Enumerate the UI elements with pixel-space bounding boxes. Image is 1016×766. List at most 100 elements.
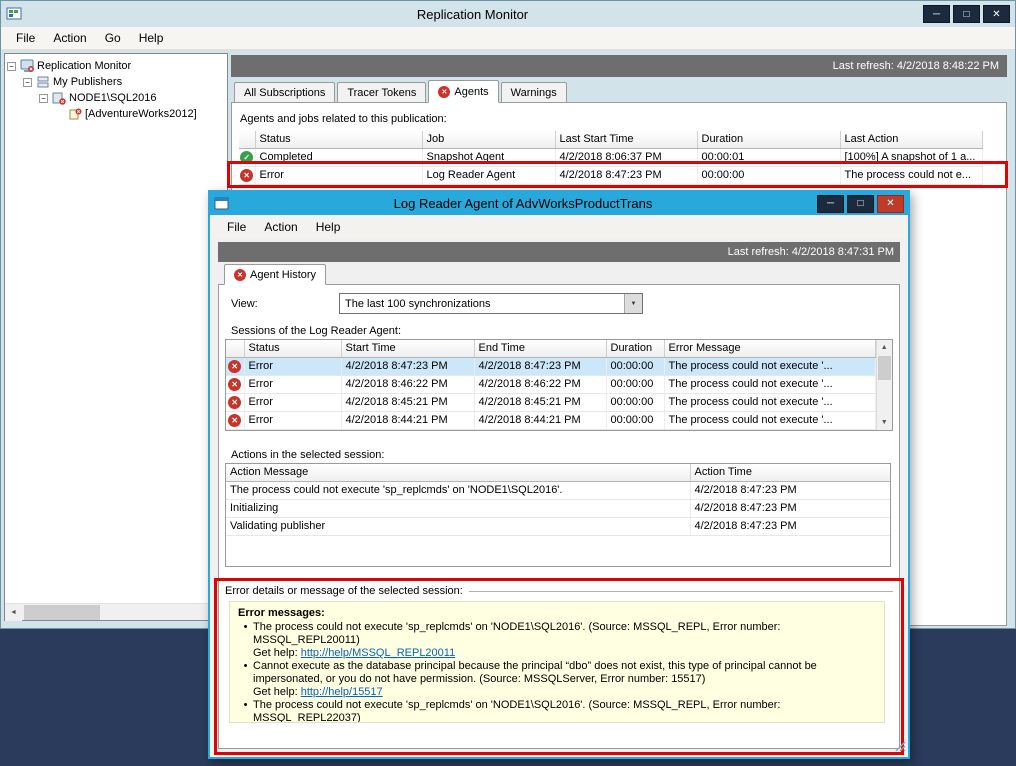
tree-item-label: [AdventureWorks2012]	[85, 108, 197, 120]
cell-action-message: Initializing	[226, 499, 690, 517]
scrollbar-thumb[interactable]	[878, 356, 892, 380]
column-header-duration[interactable]: Duration	[697, 131, 840, 148]
close-button[interactable]: ✕	[877, 195, 904, 213]
cell-duration: 00:00:00	[606, 393, 664, 411]
maximize-button[interactable]: □	[953, 5, 980, 23]
action-row[interactable]: Validating publisher 4/2/2018 8:47:23 PM	[226, 517, 890, 535]
error-message-text: The process could not execute 'sp_replcm…	[253, 699, 876, 723]
agent-row-log-reader[interactable]: ✕ Error Log Reader Agent 4/2/2018 8:47:2…	[239, 166, 982, 184]
minimize-icon: ─	[933, 9, 940, 20]
maximize-button[interactable]: □	[847, 195, 874, 213]
session-row[interactable]: ✕ Error 4/2/2018 8:47:23 PM 4/2/2018 8:4…	[226, 357, 875, 375]
menu-action[interactable]: Action	[44, 28, 95, 48]
desktop: Replication Monitor ─ □ ✕ File Action Go…	[0, 0, 1016, 766]
column-header-error-message[interactable]: Error Message	[664, 340, 875, 357]
tree-item-node1-sql2016[interactable]: − NODE1\SQL2016	[7, 90, 225, 106]
menu-file[interactable]: File	[7, 28, 44, 48]
column-header-action-message[interactable]: Action Message	[226, 464, 690, 481]
publication-error-icon	[68, 107, 82, 121]
column-header-icon[interactable]	[226, 340, 244, 357]
cell-start-time: 4/2/2018 8:44:21 PM	[341, 411, 474, 429]
help-link[interactable]: http://help/15517	[301, 686, 383, 698]
tree-item-adventureworks2012[interactable]: [AdventureWorks2012]	[7, 106, 225, 122]
tab-agents[interactable]: ✕ Agents	[428, 80, 498, 103]
menu-action[interactable]: Action	[255, 217, 306, 237]
action-row[interactable]: Initializing 4/2/2018 8:47:23 PM	[226, 499, 890, 517]
resize-grip[interactable]	[893, 739, 906, 755]
server-error-icon	[52, 91, 66, 105]
tab-warnings[interactable]: Warnings	[501, 82, 567, 103]
tree: − Replication Monitor − My Publishers −	[5, 54, 227, 126]
session-row[interactable]: ✕ Error 4/2/2018 8:46:22 PM 4/2/2018 8:4…	[226, 375, 875, 393]
main-menubar: File Action Go Help	[1, 27, 1015, 50]
menu-help[interactable]: Help	[130, 28, 173, 48]
menu-go[interactable]: Go	[96, 28, 130, 48]
agent-history-panel: View: The last 100 synchronizations ▼ Se…	[218, 284, 900, 749]
cell-duration: 00:00:00	[606, 357, 664, 375]
scrollbar-thumb[interactable]	[24, 605, 100, 620]
replication-monitor-node-icon	[20, 59, 34, 73]
cell-error-message: The process could not execute '...	[664, 357, 875, 375]
scrollbar-track[interactable]	[877, 380, 893, 415]
column-header-last-action[interactable]: Last Action	[840, 131, 982, 148]
column-header-status[interactable]: Status	[244, 340, 341, 357]
view-dropdown[interactable]: The last 100 synchronizations ▼	[339, 293, 643, 314]
collapse-icon[interactable]: −	[23, 78, 32, 87]
tab-label: Warnings	[511, 87, 557, 99]
action-row[interactable]: The process could not execute 'sp_replcm…	[226, 481, 890, 499]
tree-item-label: My Publishers	[53, 76, 122, 88]
error-details-group: Error details or message of the selected…	[225, 585, 893, 597]
agents-table: Status Job Last Start Time Duration Last…	[239, 131, 983, 185]
bullet-icon: •	[238, 621, 253, 660]
close-icon: ✕	[992, 9, 1000, 20]
minimize-button[interactable]: ─	[923, 5, 950, 23]
cell-action-time: 4/2/2018 8:47:23 PM	[690, 481, 890, 499]
column-header-icon[interactable]	[239, 131, 255, 148]
session-row[interactable]: ✕ Error 4/2/2018 8:44:21 PM 4/2/2018 8:4…	[226, 411, 875, 429]
bullet-icon: •	[238, 699, 253, 723]
agent-row-snapshot[interactable]: ✓ Completed Snapshot Agent 4/2/2018 8:06…	[239, 148, 982, 166]
minimize-button[interactable]: ─	[817, 195, 844, 213]
column-header-end-time[interactable]: End Time	[474, 340, 606, 357]
cell-error-message: The process could not execute '...	[664, 375, 875, 393]
error-icon: ✕	[234, 269, 246, 281]
actions-table: Action Message Action Time The process c…	[226, 464, 891, 536]
error-icon: ✕	[438, 86, 450, 98]
dialog-titlebar[interactable]: Log Reader Agent of AdvWorksProductTrans…	[210, 192, 908, 215]
tab-label: Agent History	[250, 269, 316, 281]
session-row[interactable]: ✕ Error 4/2/2018 8:45:21 PM 4/2/2018 8:4…	[226, 393, 875, 411]
error-message-item: • Cannot execute as the database princip…	[238, 660, 876, 699]
scroll-up-button[interactable]: ▲	[877, 340, 893, 355]
main-titlebar[interactable]: Replication Monitor ─ □ ✕	[1, 1, 1015, 27]
column-header-last-start-time[interactable]: Last Start Time	[555, 131, 697, 148]
error-message-item: • The process could not execute 'sp_repl…	[238, 621, 876, 660]
cell-start-time: 4/2/2018 8:45:21 PM	[341, 393, 474, 411]
tab-tracer-tokens[interactable]: Tracer Tokens	[337, 82, 426, 103]
view-label: View:	[231, 298, 258, 310]
column-header-status[interactable]: Status	[255, 131, 422, 148]
collapse-icon[interactable]: −	[39, 94, 48, 103]
tab-agent-history[interactable]: ✕ Agent History	[224, 264, 326, 285]
column-header-duration[interactable]: Duration	[606, 340, 664, 357]
bullet-icon: •	[238, 660, 253, 699]
column-header-job[interactable]: Job	[422, 131, 555, 148]
tab-label: Tracer Tokens	[347, 87, 416, 99]
tab-label: Agents	[454, 86, 488, 98]
tree-item-my-publishers[interactable]: − My Publishers	[7, 74, 225, 90]
column-header-start-time[interactable]: Start Time	[341, 340, 474, 357]
menu-help[interactable]: Help	[307, 217, 350, 237]
maximize-icon: □	[857, 198, 863, 209]
tree-item-replication-monitor[interactable]: − Replication Monitor	[7, 58, 225, 74]
tab-all-subscriptions[interactable]: All Subscriptions	[234, 82, 335, 103]
collapse-icon[interactable]: −	[7, 62, 16, 71]
close-button[interactable]: ✕	[983, 5, 1010, 23]
help-link[interactable]: http://help/MSSQL_REPL20011	[301, 647, 456, 659]
menu-file[interactable]: File	[218, 217, 255, 237]
actions-label: Actions in the selected session:	[231, 449, 384, 461]
dialog-last-refresh-bar: Last refresh: 4/2/2018 8:47:31 PM	[218, 242, 900, 262]
column-header-action-time[interactable]: Action Time	[690, 464, 890, 481]
scroll-left-button[interactable]: ◄	[5, 604, 22, 621]
cell-status: Error	[244, 393, 341, 411]
cell-end-time: 4/2/2018 8:46:22 PM	[474, 375, 606, 393]
scroll-down-button[interactable]: ▼	[877, 415, 893, 430]
